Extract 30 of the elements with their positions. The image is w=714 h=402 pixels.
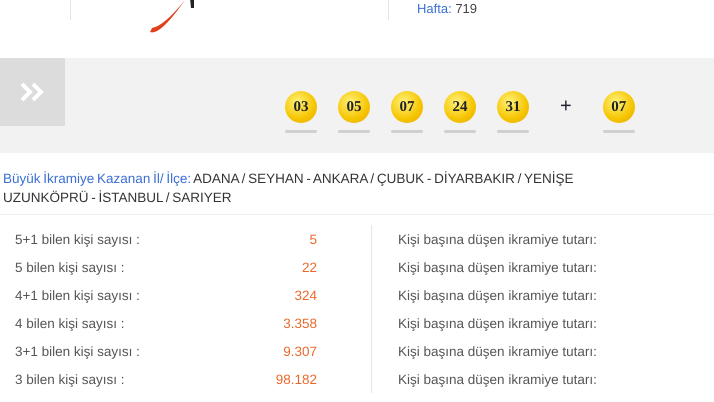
prize-label: Kişi başına düşen ikramiye tutarı:	[398, 288, 597, 302]
bonus-number-ball: 07	[602, 91, 635, 123]
number-ball: 05	[338, 91, 370, 123]
prize-label: Kişi başına düşen ikramiye tutarı:	[398, 316, 597, 330]
number-ball: 24	[444, 91, 476, 123]
result-label: 5 bilen kişi sayısı :	[15, 260, 125, 274]
prize-label: Kişi başına düşen ikramiye tutarı:	[398, 372, 597, 386]
winner-count: 22	[302, 260, 317, 274]
result-label: 3+1 bilen kişi sayısı :	[15, 344, 140, 358]
winner-count: 9.307	[283, 344, 317, 358]
expand-button[interactable]	[0, 58, 65, 126]
winner-count: 98.182	[276, 372, 317, 386]
double-chevron-icon	[18, 81, 46, 103]
prize-label: Kişi başına düşen ikramiye tutarı:	[398, 260, 597, 274]
number-ball: 07	[391, 91, 423, 123]
number-ball: 03	[285, 91, 317, 123]
winner-locations: Büyük İkramiye Kazanan İl/ İlçe:ADANA / SEYHAN - ANKARA / ÇUBUK - DİYARBAKIR / YENİŞE UZUNKÖPRÜ - İSTANBUL / SARIYER	[3, 170, 574, 207]
winner-count: 5	[309, 232, 317, 246]
result-label: 4 bilen kişi sayısı :	[15, 316, 125, 330]
result-label: 3 bilen kişi sayısı :	[15, 372, 125, 386]
winner-count: 3.358	[283, 316, 317, 330]
prize-label: Kişi başına düşen ikramiye tutarı:	[398, 232, 597, 246]
week-label: Hafta:	[417, 1, 452, 16]
result-label: 4+1 bilen kişi sayısı :	[15, 288, 140, 302]
prize-label: Kişi başına düşen ikramiye tutarı:	[398, 344, 597, 358]
week-number: 719	[455, 1, 478, 16]
result-label: 5+1 bilen kişi sayısı :	[15, 232, 140, 246]
plus-sign: +	[560, 95, 572, 118]
winner-count: 324	[294, 288, 317, 302]
number-ball: 31	[497, 91, 529, 123]
